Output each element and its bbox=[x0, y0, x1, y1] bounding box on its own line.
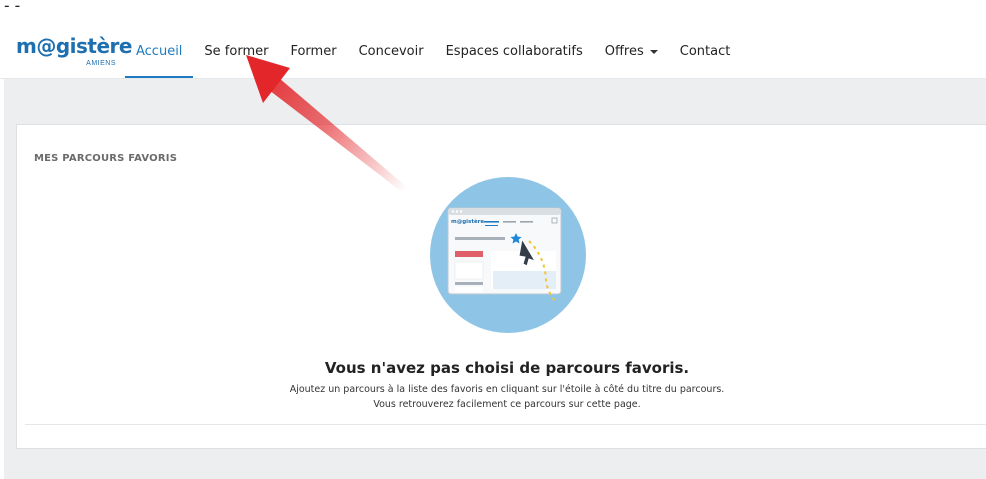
magistere-logo[interactable]: m@gistère AMIENS bbox=[16, 34, 132, 74]
navbar: m@gistère AMIENS Accueil Se former Forme… bbox=[0, 22, 986, 79]
dropdown-caret-icon bbox=[649, 49, 658, 54]
nav-item-former[interactable]: Former bbox=[279, 22, 347, 76]
nav-item-offres[interactable]: Offres bbox=[594, 22, 669, 76]
top-mark: -- bbox=[2, 0, 24, 15]
section-title: MES PARCOURS FAVORIS bbox=[34, 153, 178, 164]
nav-item-offres-label: Offres bbox=[604, 44, 644, 59]
browser-window: m@gistère bbox=[447, 207, 562, 295]
card-divider bbox=[25, 424, 986, 425]
empty-state-title: Vous n'avez pas choisi de parcours favor… bbox=[324, 359, 690, 377]
nav-item-se-former[interactable]: Se former bbox=[193, 22, 279, 76]
nav-item-contact[interactable]: Contact bbox=[669, 22, 742, 76]
nav-item-espaces-collaboratifs[interactable]: Espaces collaboratifs bbox=[435, 22, 594, 76]
page-content: MES PARCOURS FAVORIS m@gistère Vous n'av… bbox=[4, 79, 986, 479]
empty-state-description: Ajoutez un parcours à la liste des favor… bbox=[289, 384, 725, 395]
nav-item-accueil[interactable]: Accueil bbox=[125, 22, 194, 78]
nav-item-concevoir[interactable]: Concevoir bbox=[348, 22, 435, 76]
logo-subtitle: AMIENS bbox=[86, 60, 116, 67]
empty-favorites-illustration: m@gistère bbox=[430, 177, 586, 333]
logo-text: m@gistère bbox=[16, 34, 132, 58]
empty-state-hint: Vous retrouverez facilement ce parcours … bbox=[373, 399, 641, 410]
favorites-card: MES PARCOURS FAVORIS m@gistère Vous n'av… bbox=[16, 124, 986, 449]
illustration-logo: m@gistère bbox=[451, 218, 484, 225]
main-nav: Accueil Se former Former Concevoir Espac… bbox=[125, 22, 741, 78]
